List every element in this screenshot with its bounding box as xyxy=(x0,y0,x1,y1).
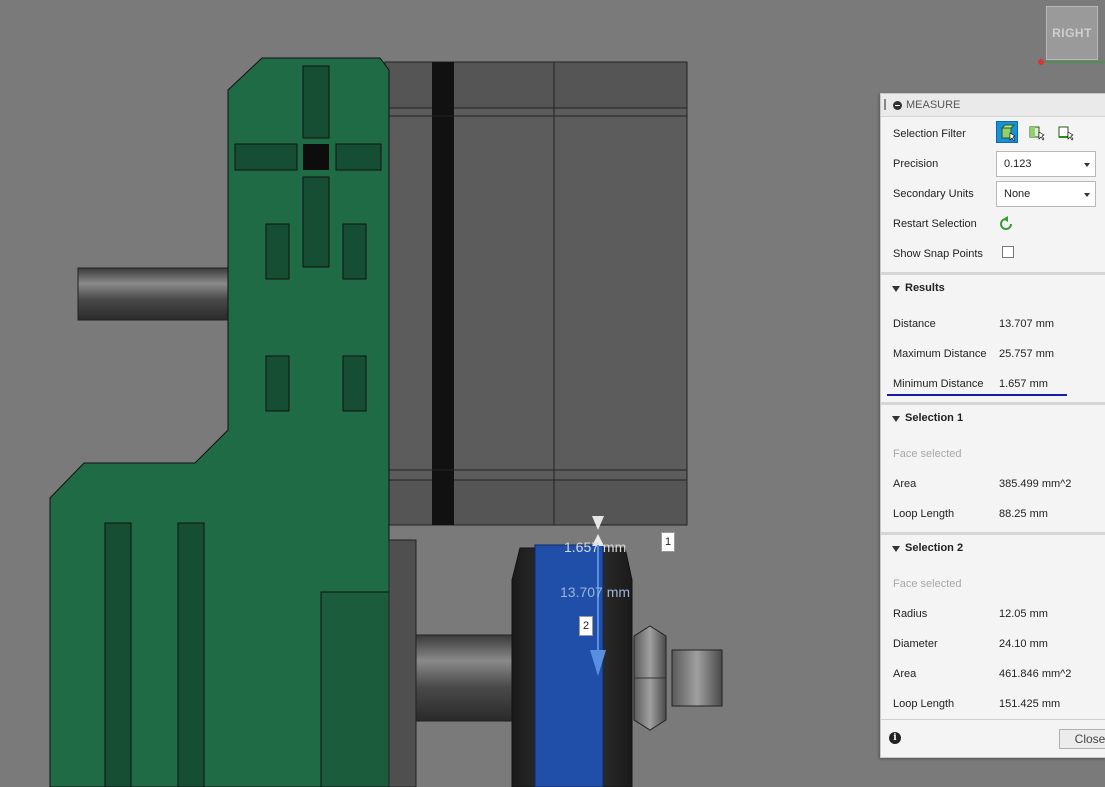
selection-2-diameter-value: 24.10 mm xyxy=(999,638,1048,650)
axis-triad-icon xyxy=(1038,59,1105,65)
secondary-units-label: Secondary Units xyxy=(893,188,974,200)
min-distance-dimension: 1.657 mm xyxy=(564,539,627,555)
chevron-down-icon xyxy=(1084,163,1090,167)
collapse-icon[interactable] xyxy=(893,101,902,110)
motor-block xyxy=(384,61,688,526)
precision-select[interactable]: 0.123 xyxy=(996,151,1096,177)
selection-2-loop-length-value: 151.425 mm xyxy=(999,698,1061,710)
chevron-down-icon xyxy=(1084,193,1090,197)
secondary-units-select[interactable]: None xyxy=(996,181,1096,207)
restart-selection-label: Restart Selection xyxy=(893,218,977,230)
show-snap-points-checkbox[interactable] xyxy=(1002,246,1014,258)
min-distance-highlight xyxy=(887,394,1067,396)
restart-selection-icon[interactable] xyxy=(999,216,1015,232)
selection-2-status: Face selected xyxy=(893,578,962,590)
results-section-header[interactable]: Results xyxy=(881,272,1105,303)
drag-grip-icon[interactable] xyxy=(884,99,886,110)
panel-title: MEASURE xyxy=(906,99,961,111)
selection-2-radius-value: 12.05 mm xyxy=(999,608,1048,620)
selection-1-marker[interactable]: 1 xyxy=(661,532,675,552)
selection-1-status: Face selected xyxy=(893,448,962,460)
face-filter-icon xyxy=(1029,126,1045,141)
precision-value: 0.123 xyxy=(1004,158,1032,170)
measure-panel: MEASURE Selection Filter Precision 0.123… xyxy=(880,93,1105,758)
selection-filter-label: Selection Filter xyxy=(893,128,966,140)
edge-filter-icon xyxy=(1058,126,1074,141)
precision-label: Precision xyxy=(893,158,939,170)
selection-2-loop-length-label: Loop Length xyxy=(893,698,955,710)
green-bracket xyxy=(49,57,390,787)
selection-1-loop-length-label: Loop Length xyxy=(893,508,955,520)
viewcube-face-label: RIGHT xyxy=(1052,26,1092,40)
selection-2-area-value: 461.846 mm^2 xyxy=(999,668,1072,680)
selection-1-title: Selection 1 xyxy=(905,412,964,424)
distance-value: 13.707 mm xyxy=(999,318,1055,330)
wheel-assembly xyxy=(388,539,723,787)
selection-2-area-label: Area xyxy=(893,668,917,680)
selection-1-area-label: Area xyxy=(893,478,917,490)
edge-filter-button[interactable] xyxy=(1055,121,1077,143)
selection-1-loop-length-value: 88.25 mm xyxy=(999,508,1048,520)
results-title: Results xyxy=(905,282,945,294)
left-shaft xyxy=(77,267,231,321)
secondary-units-value: None xyxy=(1004,188,1031,200)
body-filter-icon xyxy=(1000,124,1016,142)
expand-triangle-icon xyxy=(892,546,900,552)
info-icon[interactable]: i xyxy=(889,732,901,744)
face-filter-button[interactable] xyxy=(1026,121,1048,143)
selection-2-marker[interactable]: 2 xyxy=(579,616,593,636)
selected-cylinder-face xyxy=(534,544,604,787)
distance-dimension: 13.707 mm xyxy=(560,584,631,600)
expand-triangle-icon xyxy=(892,286,900,292)
footer-divider xyxy=(881,719,1105,720)
body-filter-button[interactable] xyxy=(996,121,1018,143)
distance-label: Distance xyxy=(893,318,936,330)
max-distance-value: 25.757 mm xyxy=(999,348,1055,360)
close-button[interactable]: Close xyxy=(1059,729,1105,749)
min-distance-value: 1.657 mm xyxy=(999,378,1048,390)
show-snap-points-label: Show Snap Points xyxy=(893,248,983,260)
selection-2-diameter-label: Diameter xyxy=(893,638,938,650)
selection-1-section-header[interactable]: Selection 1 xyxy=(881,402,1105,433)
selection-2-radius-label: Radius xyxy=(893,608,928,620)
panel-header[interactable]: MEASURE xyxy=(881,94,1105,117)
selection-2-section-header[interactable]: Selection 2 xyxy=(881,532,1105,563)
selection-1-area-value: 385.499 mm^2 xyxy=(999,478,1072,490)
max-distance-label: Maximum Distance xyxy=(893,348,987,360)
min-distance-label: Minimum Distance xyxy=(893,378,984,390)
expand-triangle-icon xyxy=(892,416,900,422)
selection-2-title: Selection 2 xyxy=(905,542,964,554)
